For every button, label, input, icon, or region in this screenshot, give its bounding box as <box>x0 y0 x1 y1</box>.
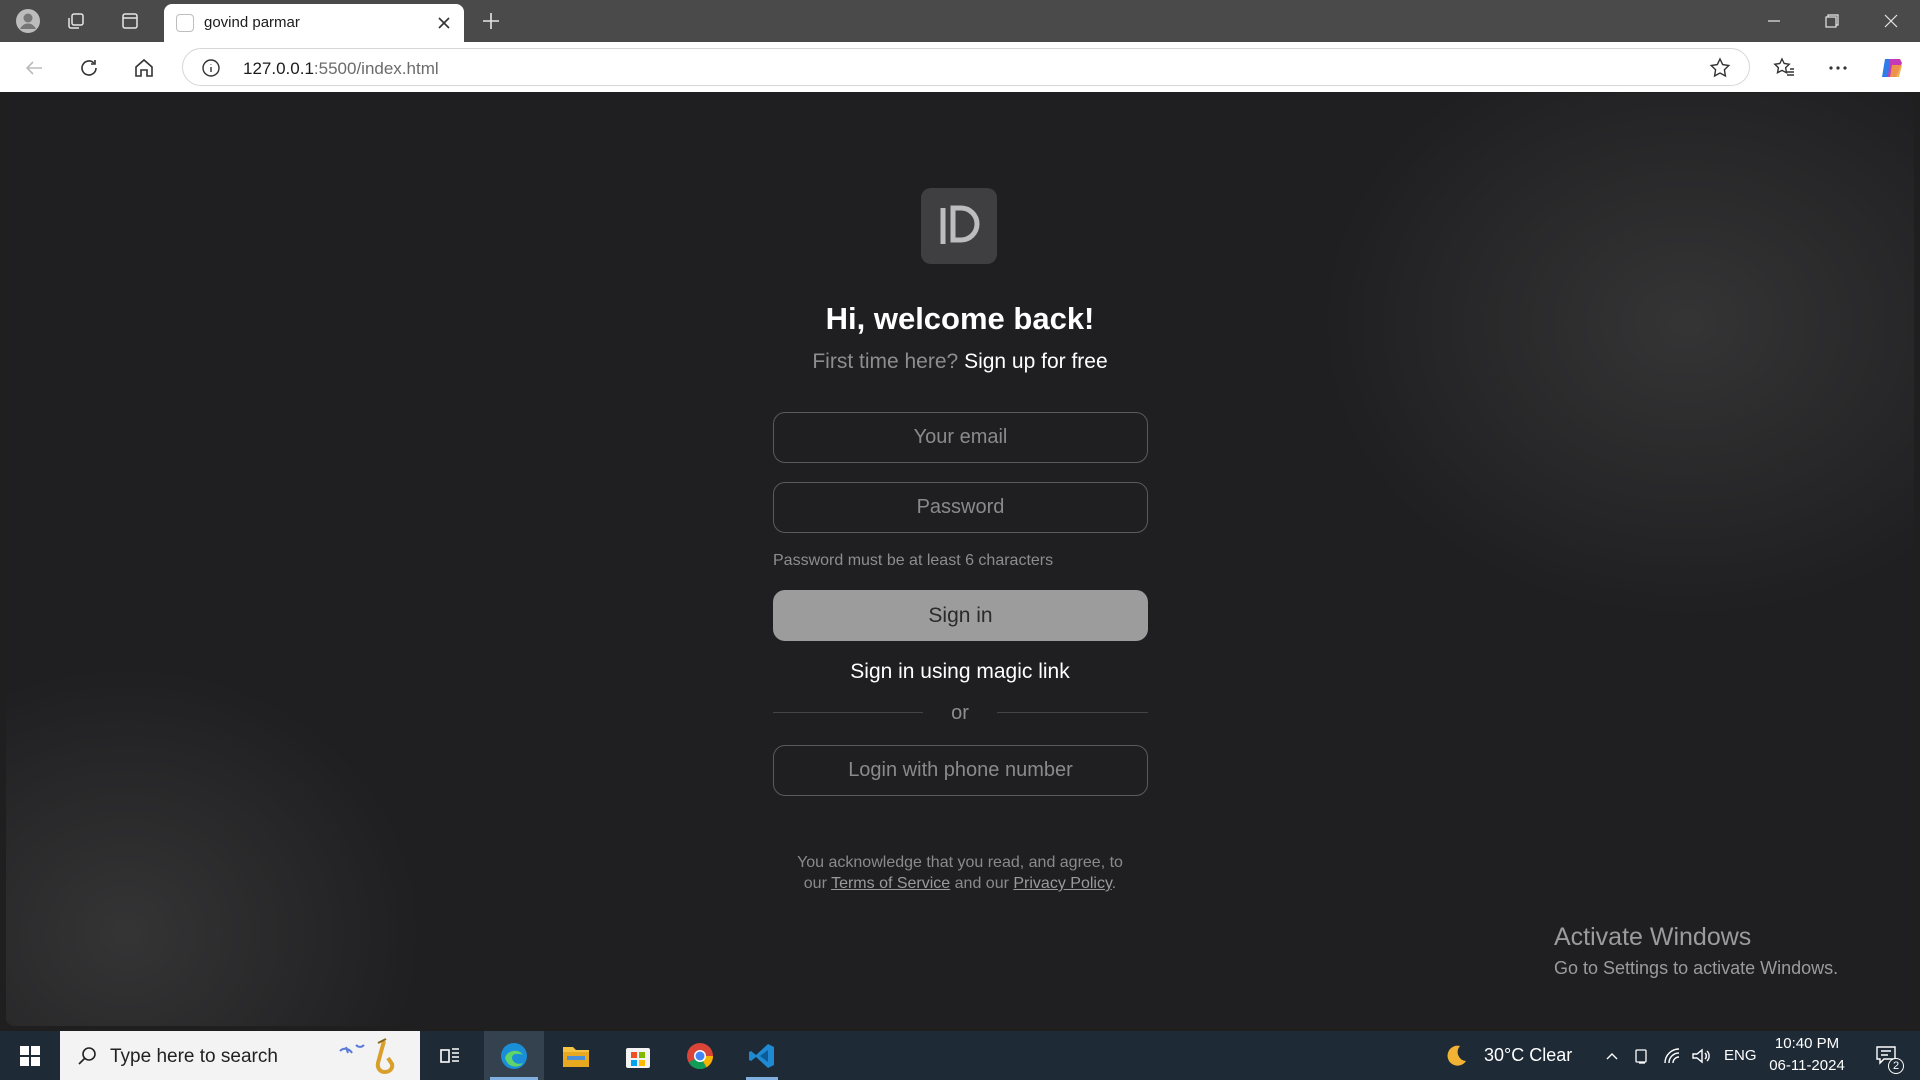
search-highlight-saxophone-icon <box>339 1038 395 1075</box>
legal-period: . <box>1111 875 1117 892</box>
clock-time[interactable]: 10:40 PM <box>1762 1035 1852 1052</box>
input-language-indicator[interactable]: ENG <box>1724 1047 1757 1064</box>
signup-link[interactable]: Sign up for free <box>964 350 1108 373</box>
taskbar-file-explorer-icon[interactable] <box>554 1031 598 1080</box>
terms-of-service-link[interactable]: Terms of Service <box>831 875 950 892</box>
tab-title: govind parmar <box>204 14 300 31</box>
taskbar-store-icon[interactable] <box>616 1031 660 1080</box>
taskbar-search-box[interactable]: Type here to search <box>60 1031 420 1080</box>
task-view-icon[interactable] <box>428 1031 472 1080</box>
workspaces-icon[interactable] <box>56 6 96 36</box>
network-wifi-icon[interactable] <box>1660 1031 1686 1080</box>
home-icon[interactable] <box>126 50 162 86</box>
activate-windows-subtitle: Go to Settings to activate Windows. <box>1554 958 1839 978</box>
taskbar-search-placeholder: Type here to search <box>110 1046 278 1067</box>
signup-prompt-text: First time here? <box>812 350 959 373</box>
signup-prompt: First time here? Sign up for free <box>6 350 1914 374</box>
back-arrow-icon[interactable] <box>16 50 52 86</box>
divider-right <box>997 712 1148 713</box>
phone-login-button[interactable]: Login with phone number <box>773 745 1148 796</box>
browser-tab-active[interactable]: govind parmar <box>164 4 464 42</box>
more-options-icon[interactable] <box>1820 50 1856 86</box>
privacy-policy-link[interactable]: Privacy Policy <box>1013 875 1111 892</box>
url-host: 127.0.0.1 <box>243 59 314 78</box>
weather-text[interactable]: 30°C Clear <box>1484 1045 1572 1066</box>
activate-windows-title: Activate Windows <box>1554 923 1752 951</box>
windows-taskbar: Type here to search 30°C Clear ENG 10:40… <box>0 1031 1920 1080</box>
magic-link-button[interactable]: Sign in using magic link <box>6 660 1914 684</box>
tab-actions-icon[interactable] <box>110 6 150 36</box>
taskbar-chrome-icon[interactable] <box>678 1031 722 1080</box>
welcome-heading: Hi, welcome back! <box>825 301 1095 336</box>
browser-toolbar: 127.0.0.1:5500/index.html <box>0 42 1920 92</box>
activate-windows-watermark: Activate Windows Go to Settings to activ… <box>1554 923 1838 979</box>
app-logo <box>921 188 997 264</box>
tab-close-icon[interactable] <box>434 13 454 33</box>
password-field[interactable] <box>773 482 1148 533</box>
favorite-star-icon[interactable] <box>1709 57 1731 79</box>
password-hint: Password must be at least 6 characters <box>773 552 1054 569</box>
meet-now-icon[interactable] <box>1630 1031 1654 1080</box>
clock-date[interactable]: 06-11-2024 <box>1762 1057 1852 1074</box>
divider-or-text: or <box>951 702 969 724</box>
copilot-icon[interactable] <box>1874 50 1910 86</box>
volume-speaker-icon[interactable] <box>1688 1031 1714 1080</box>
weather-moon-icon[interactable] <box>1442 1031 1470 1080</box>
taskbar-edge-icon[interactable] <box>484 1031 544 1080</box>
favorites-icon[interactable] <box>1766 50 1802 86</box>
legal-and: and our <box>954 875 1009 892</box>
search-icon <box>78 1047 96 1065</box>
profile-avatar-icon[interactable] <box>8 6 48 36</box>
sign-in-button[interactable]: Sign in <box>773 590 1148 641</box>
legal-line-1: You acknowledge that you read, and agree… <box>797 854 1123 871</box>
page-viewport: Hi, welcome back! First time here? Sign … <box>6 93 1914 1026</box>
site-info-icon[interactable] <box>201 58 221 78</box>
logo-mark-icon <box>940 205 980 244</box>
restore-icon[interactable] <box>1803 0 1861 42</box>
show-hidden-icons-chevron-icon[interactable] <box>1598 1031 1626 1080</box>
legal-notice: You acknowledge that you read, and agree… <box>6 852 1914 894</box>
notification-center-icon[interactable]: 2 <box>1866 1031 1910 1080</box>
email-field[interactable] <box>773 412 1148 463</box>
windows-start-icon[interactable] <box>0 1031 60 1080</box>
screen: govind parmar 127.0.0.1:5500/index.html … <box>0 0 1920 1080</box>
address-bar[interactable]: 127.0.0.1:5500/index.html <box>182 48 1750 86</box>
browser-tab-strip: govind parmar <box>0 0 1920 42</box>
legal-line-2: our Terms of Service and our Privacy Pol… <box>6 873 1914 894</box>
close-window-icon[interactable] <box>1862 0 1920 42</box>
legal-our: our <box>803 875 827 892</box>
url-path: :5500/index.html <box>313 59 439 78</box>
minimize-icon[interactable] <box>1745 0 1803 42</box>
refresh-icon[interactable] <box>71 50 107 86</box>
url-text[interactable]: 127.0.0.1:5500/index.html <box>243 59 439 79</box>
tab-favicon-icon <box>176 14 194 32</box>
taskbar-vscode-icon[interactable] <box>740 1031 784 1080</box>
notification-count-badge: 2 <box>1888 1058 1904 1074</box>
new-tab-plus-icon[interactable] <box>474 6 508 36</box>
